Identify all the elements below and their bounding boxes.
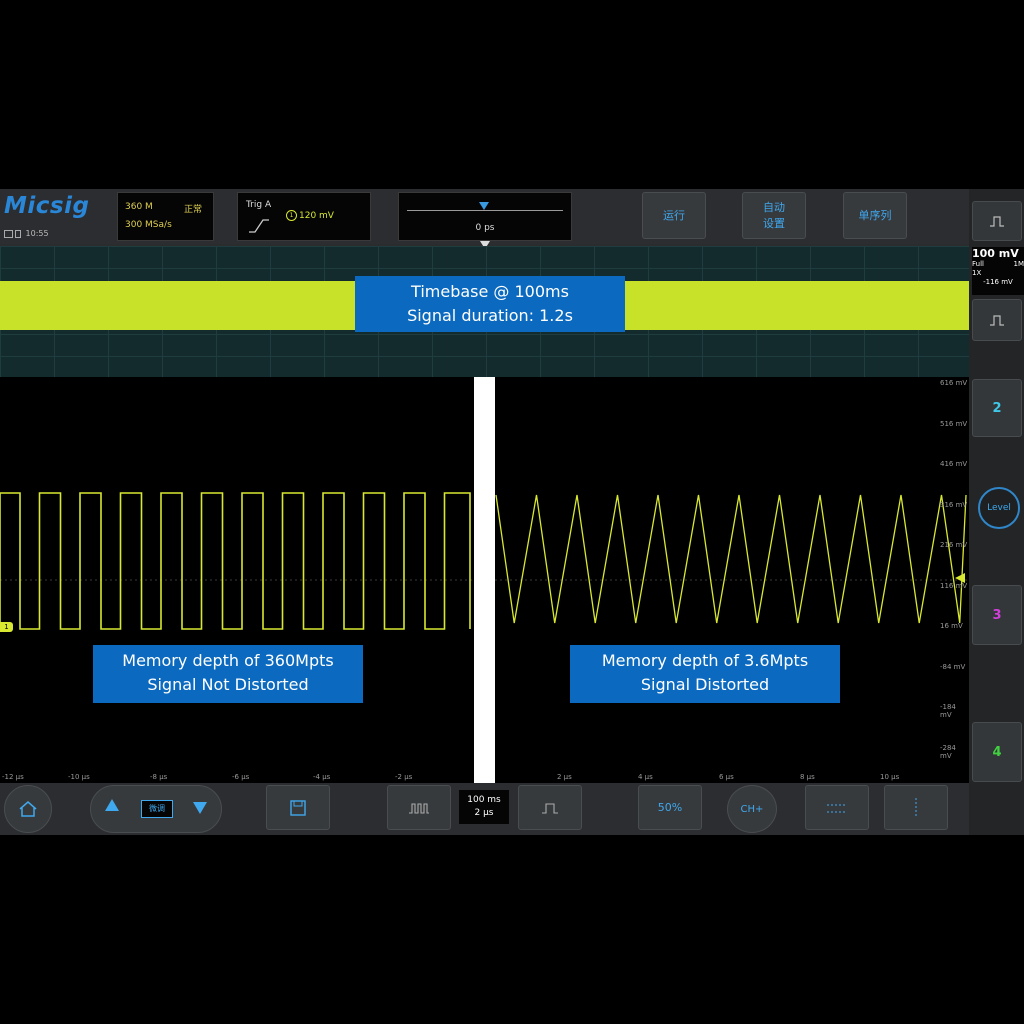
status-clock: 10:55	[4, 229, 49, 238]
trigger-level: 120 mV	[299, 211, 334, 221]
level-knob-button[interactable]: Level	[978, 487, 1020, 529]
timebase-main: 100 ms	[467, 795, 501, 805]
save-button[interactable]	[266, 785, 330, 830]
horizontal-cursor-icon	[827, 804, 847, 812]
channel-side-panel: 100 mV Full 1M 1X -116 mV 2 Level 3 4	[969, 189, 1024, 835]
adjust-up-icon[interactable]	[105, 799, 119, 811]
dense-pulse-icon	[409, 802, 429, 814]
pulse-icon	[990, 315, 1004, 326]
right-callout: Memory depth of 3.6Mpts Signal Distorted	[570, 645, 840, 703]
timebase-callout-line1: Timebase @ 100ms	[411, 282, 569, 301]
x-tick-label: 4 µs	[638, 773, 653, 781]
right-callout-line1: Memory depth of 3.6Mpts	[601, 651, 809, 670]
x-tick-label: 10 µs	[880, 773, 900, 781]
y-tick-label: -284 mV	[940, 743, 956, 760]
x-tick-label: 2 µs	[557, 773, 572, 781]
horizontal-cursor-button[interactable]	[805, 785, 869, 830]
horizontal-position-value: 0 ps	[475, 223, 495, 233]
timebase-decrease-button[interactable]	[387, 785, 451, 830]
home-button[interactable]	[4, 785, 52, 833]
wide-pulse-icon	[542, 802, 558, 814]
y-tick-label: 216 mV	[940, 541, 968, 549]
single-sequence-button[interactable]: 单序列	[843, 192, 907, 239]
battery-icon	[15, 229, 21, 238]
oscilloscope-screen: Micsig 10:55 360 M 正常 300 MSa/s Trig A 1…	[0, 189, 1024, 835]
top-bar: Micsig 10:55 360 M 正常 300 MSa/s Trig A 1…	[0, 189, 1024, 244]
ch1-pulse-button[interactable]	[972, 201, 1022, 241]
left-callout-line1: Memory depth of 360Mpts	[122, 651, 334, 670]
y-tick-label: -84 mV	[940, 662, 966, 671]
ch1-scale: 100 mV	[972, 247, 1019, 260]
screen-icon	[4, 229, 13, 238]
ch1-probe: 1X	[972, 269, 982, 277]
x-tick-label: -8 µs	[150, 773, 168, 781]
x-tick-label: -6 µs	[232, 773, 250, 781]
x-tick-label: -2 µs	[395, 773, 413, 781]
memory-depth: 360 M	[125, 202, 153, 212]
left-callout: Memory depth of 360Mpts Signal Not Disto…	[93, 645, 363, 703]
fifty-percent-button[interactable]: 50%	[638, 785, 702, 830]
y-tick-label: -184 mV	[940, 703, 956, 719]
timebase-readout[interactable]: 100 ms 2 µs	[459, 790, 509, 824]
rising-edge-icon	[249, 219, 269, 233]
x-tick-label: 6 µs	[719, 773, 734, 781]
ch4-button[interactable]: 4	[972, 722, 1022, 782]
trigger-position-marker-icon[interactable]	[479, 202, 489, 210]
timebase-callout: Timebase @ 100ms Signal duration: 1.2s	[355, 276, 625, 332]
bottom-toolbar: 微调 100 ms 2 µs 50% CH+	[0, 783, 969, 835]
y-tick-label: 116 mV	[940, 581, 968, 590]
ch1-info-box[interactable]: 100 mV Full 1M 1X -116 mV	[972, 247, 1024, 295]
x-tick-label: -10 µs	[68, 773, 90, 781]
brand-logo: Micsig	[4, 193, 90, 219]
home-icon	[19, 801, 37, 817]
pulse-icon	[990, 216, 1004, 227]
run-button[interactable]: 运行	[642, 192, 706, 239]
y-tick-label: 616 mV	[940, 379, 968, 387]
x-tick-label: -4 µs	[313, 773, 331, 781]
trigger-panel[interactable]: Trig A 1 120 mV	[237, 192, 371, 241]
trigger-source-badge: 1	[286, 210, 297, 221]
adjust-down-icon[interactable]	[193, 802, 207, 814]
vertical-cursor-button[interactable]	[884, 785, 948, 830]
auto-setup-button[interactable]: 自动 设置	[742, 192, 806, 239]
y-tick-label: 316 mV	[940, 500, 968, 509]
channel-add-button[interactable]: CH+	[727, 785, 777, 833]
clock-time: 10:55	[25, 229, 49, 238]
comparison-divider	[474, 377, 495, 783]
x-tick-label: -12 µs	[2, 773, 24, 781]
sample-rate: 300 MSa/s	[125, 220, 172, 230]
ch1-coupling-button[interactable]	[972, 299, 1022, 341]
ch1-ground-marker[interactable]: 1	[0, 622, 13, 632]
ch2-button[interactable]: 2	[972, 379, 1022, 437]
ch1-square-trace	[0, 492, 471, 630]
ch1-impedance: 1M	[1013, 260, 1024, 268]
y-tick-label: 16 mV	[940, 622, 963, 630]
vertical-cursor-icon	[915, 797, 917, 818]
horizontal-position-panel[interactable]: 0 ps	[398, 192, 572, 241]
save-icon	[290, 799, 306, 816]
ch1-bandwidth: Full	[972, 260, 984, 268]
y-tick-label: 416 mV	[940, 460, 968, 468]
position-track	[407, 210, 563, 211]
waveform-overview[interactable]: Timebase @ 100ms Signal duration: 1.2s	[0, 246, 969, 377]
x-tick-label: 8 µs	[800, 773, 815, 781]
adjust-control: 微调	[90, 785, 222, 833]
trigger-label: Trig A	[246, 200, 272, 210]
acquisition-panel[interactable]: 360 M 正常 300 MSa/s	[117, 192, 214, 241]
ch3-button[interactable]: 3	[972, 585, 1022, 645]
timebase-increase-button[interactable]	[518, 785, 582, 830]
right-callout-line2: Signal Distorted	[640, 675, 770, 694]
ch1-distorted-trace	[495, 494, 967, 624]
fine-adjust-label[interactable]: 微调	[141, 800, 173, 818]
acquire-mode: 正常	[184, 205, 203, 215]
ch1-offset: -116 mV	[983, 278, 1013, 286]
y-tick-label: 516 mV	[940, 419, 968, 428]
left-callout-line2: Signal Not Distorted	[147, 675, 309, 694]
timebase-callout-line2: Signal duration: 1.2s	[407, 306, 573, 325]
timebase-zoom: 2 µs	[474, 808, 494, 818]
